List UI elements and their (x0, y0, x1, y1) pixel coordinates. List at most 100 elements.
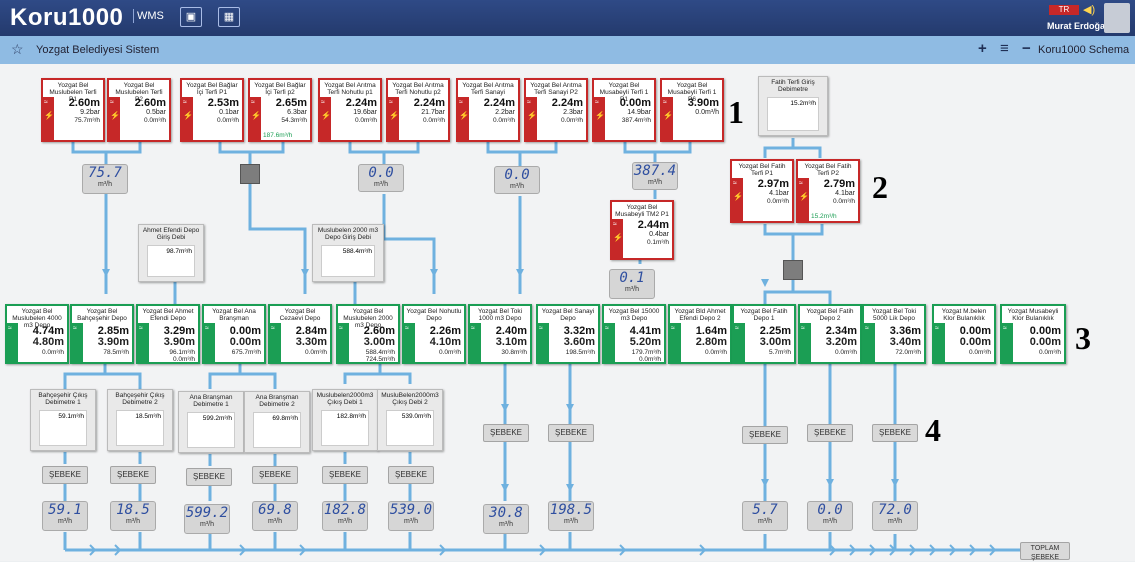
outlet-debimetre[interactable]: Ana Branşman Debimetre 1 599.2m³/h (178, 391, 244, 453)
outlet-debimetre[interactable]: Ana Branşman Debimetre 2 69.8m³/h (244, 391, 310, 453)
card-value-3: 0.1m³/h (646, 239, 669, 246)
pump-card[interactable]: Yozgat Bel Arıtma Terfi Nohutlu p1 ≈ ⚡ 2.24… (318, 78, 382, 142)
card-value-3: 0.0m³/h (766, 198, 789, 205)
image-icon[interactable]: ▣ (180, 7, 202, 27)
status-strip: ≈ ⚡ (612, 219, 623, 258)
card-value-2: 4.10m (429, 336, 461, 348)
sebeke-node[interactable]: ŞEBEKE (742, 426, 788, 444)
language-flag[interactable]: TR (1049, 5, 1079, 15)
outlet-debimetre[interactable]: Muslubelen2000m3 Çıkış Debi 1 182.8m³/h (312, 389, 378, 451)
sebeke-node[interactable]: ŞEBEKE (186, 468, 232, 486)
card-title: Yozgat M.belen Klor Bulanıklık (941, 308, 987, 322)
grid-icon[interactable]: ▦ (218, 7, 240, 27)
flow-readout: 5.7 m³/h (742, 501, 788, 531)
fatih-giris-debimetre[interactable]: Fatih Terfi Giriş Debimetre 15.2m³/h (758, 76, 828, 136)
outlet-debimetre[interactable]: Bahçeşehir Çıkış Debimetre 1 59.1m³/h (30, 389, 96, 451)
outlet-debimetre[interactable]: MusluBelen2000m3 Çıkış Debi 2 539.0m³/h (377, 389, 443, 451)
card-title: Ana Branşman Debimetre 1 (189, 394, 233, 408)
status-strip: ≈ (138, 323, 149, 362)
giris-debimetre[interactable]: Muslubelen 2000 m3 Depo Giriş Debi 588.4m… (312, 224, 384, 282)
card-title: Yozgat Bel Fatih Depo 1 (740, 308, 788, 322)
avatar[interactable] (1104, 3, 1130, 33)
card-value-2: 0.4bar (649, 231, 669, 238)
pump-card[interactable]: Yozgat Bel Bağlar İçi Terfi P1 ≈ ⚡ 2.53m 0.1… (180, 78, 244, 142)
sebeke-node[interactable]: ŞEBEKE (252, 466, 298, 484)
card-value-3: 0.0m³/h (560, 117, 583, 124)
flow-value: 5.7 (752, 502, 778, 518)
card-title: Yozgat Bel Musabeyli TM2 P1 (615, 204, 669, 218)
pump-card[interactable]: Yozgat Bel Musabeyli Terfi 1 P1 ≈ ⚡ 0.00m 14… (592, 78, 656, 142)
card-value-1: 2.65m (275, 97, 307, 109)
star-icon[interactable]: ☆ (11, 41, 24, 58)
status-strip: ≈ (470, 323, 481, 362)
sebeke-node[interactable]: ŞEBEKE (322, 466, 368, 484)
depo-card[interactable]: Yozgat Bel Fatih Depo 1 ≈2.25m 3.00m 5.7m³/… (732, 304, 796, 364)
hamburger-icon[interactable]: ≡ (1000, 40, 1009, 57)
depo-card[interactable]: Yozgat Musabeyli Klor Bulanıklık ≈0.00m 0.… (1000, 304, 1066, 364)
card-value: 599.2m³/h (187, 412, 235, 448)
depo-card[interactable]: Yozgat Bld Ahmet Efendi Depo 2 ≈1.64m 2.80… (668, 304, 732, 364)
sebeke-node[interactable]: ŞEBEKE (548, 424, 594, 442)
depo-card[interactable]: Yozgat Bel Bahçeşehir Depo ≈2.85m 3.90m 78.… (70, 304, 134, 364)
depo-card[interactable]: Yozgat Bel Toki 1000 m3 Depo ≈2.40m 3.10m 3… (468, 304, 532, 364)
sebeke-node[interactable]: ŞEBEKE (110, 466, 156, 484)
schema-selector[interactable]: Koru1000 Schema (1038, 44, 1129, 56)
card-value-3: 0.0m³/h (304, 349, 327, 356)
card-value-4: 15.2m³/h (811, 213, 837, 220)
valve-square[interactable] (240, 164, 260, 184)
pump-card[interactable]: Yozgat Bel Arıtma Terfi Nohutlu p2 ≈ ⚡ 2.24… (386, 78, 450, 142)
signal-icon: ≈ (405, 325, 409, 332)
card-value-2: 19.6bar (353, 109, 377, 116)
toplam-sebeke[interactable]: TOPLAM ŞEBEKE (1020, 542, 1070, 561)
card-value-4: 724.5m³/h (365, 356, 395, 363)
status-strip: ≈ (1002, 323, 1013, 362)
card-value-2: 2.80m (695, 336, 727, 348)
flow-value: 198.5 (549, 502, 593, 518)
depo-card[interactable]: Yozgat Bel Muslubelen 2000 m3 Depo ≈2.60m… (336, 304, 400, 364)
pump-card[interactable]: Yozgat Bel Fatih Terfi P2 ≈ ⚡ 2.79m 4.1bar 0.… (796, 159, 860, 223)
status-strip: ≈ ⚡ (250, 97, 261, 140)
pump-card[interactable]: Yozgat Bel Fatih Terfi P1 ≈ ⚡ 2.97m 4.1bar 0.… (730, 159, 794, 223)
speaker-icon[interactable]: ◀) (1083, 3, 1095, 16)
signal-icon: ≈ (613, 221, 617, 228)
pump-card[interactable]: Yozgat Bel Musabeyli Terfi 1 P6 ≈ ⚡ 3.90m 0.… (660, 78, 724, 142)
depo-card[interactable]: Yozgat Bel Ahmet Efendi Depo ≈3.29m 3.90m 9… (136, 304, 200, 364)
depo-card[interactable]: Yozgat Bel Toki 5000 Lik Depo ≈3.36m 3.40m… (862, 304, 926, 364)
card-value-1: 2.60m (134, 97, 166, 109)
card-title: Yozgat Bel Fatih Terfi P2 (804, 163, 852, 177)
pump-card[interactable]: Yozgat Bel Muslubelen Terfi P1 ≈ ⚡ 2.60m 9.2… (41, 78, 105, 142)
annotation-2: 2 (872, 169, 888, 205)
pump-card[interactable]: Yozgat Bel Musabeyli TM2 P1 ≈ ⚡ 2.44m 0.4bar… (610, 200, 674, 260)
card-value-2: 0.0m³/h (695, 109, 719, 116)
flow-value: 18.5 (116, 502, 150, 518)
depo-card[interactable]: Yozgat Bel Sanayi Depo ≈3.32m 3.60m 198.5m³… (536, 304, 600, 364)
signal-icon: ≈ (44, 99, 48, 106)
flow-unit: m³/h (404, 518, 418, 525)
depo-card[interactable]: Yozgat Bel Ana Branşman ≈0.00m 0.00m 675.7m… (202, 304, 266, 364)
sebeke-node[interactable]: ŞEBEKE (388, 466, 434, 484)
pump-card[interactable]: Yozgat Bel Muslubelen Terfi P2 ≈ ⚡ 2.60m 0.5… (107, 78, 171, 142)
sebeke-node[interactable]: ŞEBEKE (872, 424, 918, 442)
card-title: Yozgat Bel Bağlar İçi Terfi p2 (254, 82, 306, 96)
outlet-debimetre[interactable]: Bahçeşehir Çıkış Debimetre 2 18.5m³/h (107, 389, 173, 451)
card-value-3: 0.0m³/h (143, 117, 166, 124)
depo-card[interactable]: Yozgat Bel 15000 m3 Depo ≈4.41m 5.20m 179.7… (602, 304, 666, 364)
depo-card[interactable]: Yozgat Bel Cezaevi Depo ≈2.84m 3.30m 0.0m³/… (268, 304, 332, 364)
pump-card[interactable]: Yozgat Bel Arıtma Terfi Sanayi P2 ≈ ⚡ 2.24m… (524, 78, 588, 142)
giris-debimetre[interactable]: Ahmet Efendi Depo Giriş Debi 98.7m³/h (138, 224, 204, 282)
user-name[interactable]: Murat Erdoğan (1047, 21, 1111, 31)
depo-card[interactable]: Yozgat Bel Nohutlu Depo ≈2.26m 4.10m 0.0m³/… (402, 304, 466, 364)
depo-card[interactable]: Yozgat Bel Fatih Depo 2 ≈2.34m 3.20m 0.0m³/… (798, 304, 862, 364)
minus-icon[interactable]: − (1022, 40, 1031, 57)
pump-card[interactable]: Yozgat Bel Bağlar İçi Terfi p2 ≈ ⚡ 2.65m 6.3… (248, 78, 312, 142)
plus-icon[interactable]: + (978, 40, 987, 57)
valve-square[interactable] (783, 260, 803, 280)
pump-card[interactable]: Yozgat Bel Arıtma Terfi Sanayi ≈ ⚡ 2.24m 2.2… (456, 78, 520, 142)
power-icon: ⚡ (389, 111, 399, 120)
depo-card[interactable]: Yozgat Bel Muslubelen 4000 m3 Depo ≈4.74m… (5, 304, 69, 364)
flow-value: 182.8 (323, 502, 367, 518)
depo-card[interactable]: Yozgat M.belen Klor Bulanıklık ≈0.00m 0.00… (932, 304, 996, 364)
sebeke-node[interactable]: ŞEBEKE (42, 466, 88, 484)
sebeke-node[interactable]: ŞEBEKE (483, 424, 529, 442)
sebeke-node[interactable]: ŞEBEKE (807, 424, 853, 442)
